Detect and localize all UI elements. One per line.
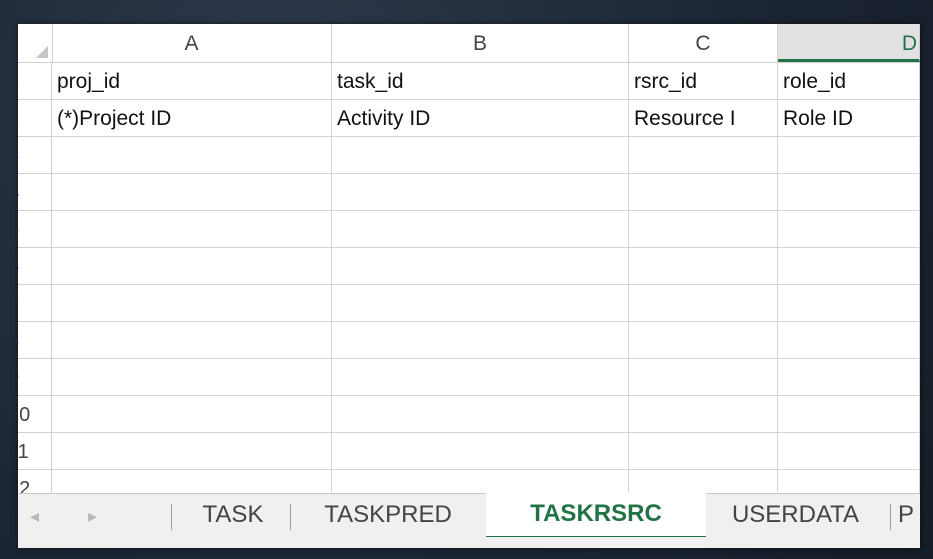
status-bar xyxy=(18,537,920,548)
tab-separator xyxy=(890,504,891,530)
row-header[interactable]: 2 xyxy=(18,100,52,137)
cell[interactable] xyxy=(332,322,629,359)
cell[interactable] xyxy=(778,174,920,211)
cell[interactable] xyxy=(629,433,778,470)
cell[interactable]: Resource I xyxy=(629,100,778,137)
cell[interactable] xyxy=(778,211,920,248)
cell[interactable]: rsrc_id xyxy=(629,63,778,100)
cell[interactable] xyxy=(778,359,920,396)
cell[interactable]: proj_id xyxy=(52,63,332,100)
cell[interactable] xyxy=(778,248,920,285)
row-header[interactable]: 8 xyxy=(18,322,52,359)
cell[interactable] xyxy=(629,137,778,174)
row-header[interactable]: 7 xyxy=(18,285,52,322)
sheet-tab-bar: ◂ ▸ TASK TASKPRED TASKRSRC USERDATA P xyxy=(18,493,920,539)
cell[interactable] xyxy=(778,396,920,433)
cell[interactable] xyxy=(332,396,629,433)
cell[interactable] xyxy=(332,433,629,470)
cell[interactable] xyxy=(52,285,332,322)
row-header[interactable]: 10 xyxy=(18,396,52,433)
spreadsheet-window: A B C D 1proj_idtask_idrsrc_idrole_id 2(*… xyxy=(18,24,920,548)
select-all-triangle-icon xyxy=(36,46,48,58)
tab-task[interactable]: TASK xyxy=(178,494,288,538)
cell[interactable] xyxy=(52,433,332,470)
cell[interactable] xyxy=(52,248,332,285)
cell[interactable] xyxy=(629,248,778,285)
tab-separator xyxy=(290,504,291,530)
tab-partial[interactable]: P xyxy=(898,494,920,538)
cell[interactable] xyxy=(629,174,778,211)
row-header[interactable]: 5 xyxy=(18,211,52,248)
cell[interactable]: task_id xyxy=(332,63,629,100)
row-header[interactable]: 3 xyxy=(18,137,52,174)
tab-taskrsrc[interactable]: TASKRSRC xyxy=(486,493,706,539)
cell[interactable]: Activity ID xyxy=(332,100,629,137)
cell[interactable] xyxy=(629,322,778,359)
cell[interactable] xyxy=(52,174,332,211)
cell[interactable] xyxy=(332,248,629,285)
cell[interactable]: role_id xyxy=(778,63,920,100)
cell[interactable] xyxy=(332,359,629,396)
cell[interactable]: (*)Project ID xyxy=(52,100,332,137)
row-header[interactable]: 9 xyxy=(18,359,52,396)
cell[interactable] xyxy=(778,137,920,174)
cell[interactable] xyxy=(778,285,920,322)
column-header-row: A B C D xyxy=(18,24,920,63)
cell[interactable] xyxy=(52,211,332,248)
cell[interactable] xyxy=(332,211,629,248)
cell[interactable] xyxy=(332,174,629,211)
select-all-button[interactable] xyxy=(18,24,53,62)
cell[interactable] xyxy=(52,359,332,396)
triangle-right-icon[interactable]: ▸ xyxy=(88,506,97,527)
cell[interactable] xyxy=(629,211,778,248)
column-header-c[interactable]: C xyxy=(629,24,778,62)
row-header[interactable]: 11 xyxy=(18,433,52,470)
cell[interactable] xyxy=(332,137,629,174)
cell[interactable] xyxy=(332,285,629,322)
desktop-background: A B C D 1proj_idtask_idrsrc_idrole_id 2(*… xyxy=(0,0,933,559)
cell[interactable] xyxy=(629,396,778,433)
cell[interactable] xyxy=(52,137,332,174)
tab-userdata[interactable]: USERDATA xyxy=(708,494,883,538)
triangle-left-icon[interactable]: ◂ xyxy=(30,506,39,527)
column-header-d[interactable]: D xyxy=(778,24,920,62)
column-header-a[interactable]: A xyxy=(52,24,332,62)
cell[interactable] xyxy=(52,396,332,433)
cell[interactable] xyxy=(629,359,778,396)
row-header[interactable]: 6 xyxy=(18,248,52,285)
column-header-b[interactable]: B xyxy=(332,24,629,62)
row-header[interactable]: 1 xyxy=(18,63,52,100)
cell[interactable] xyxy=(52,322,332,359)
cell[interactable]: Role ID xyxy=(778,100,920,137)
cell[interactable] xyxy=(629,285,778,322)
tab-separator xyxy=(171,504,172,530)
cell[interactable] xyxy=(778,433,920,470)
cell[interactable] xyxy=(778,322,920,359)
row-header[interactable]: 4 xyxy=(18,174,52,211)
tab-taskpred[interactable]: TASKPRED xyxy=(298,494,478,538)
